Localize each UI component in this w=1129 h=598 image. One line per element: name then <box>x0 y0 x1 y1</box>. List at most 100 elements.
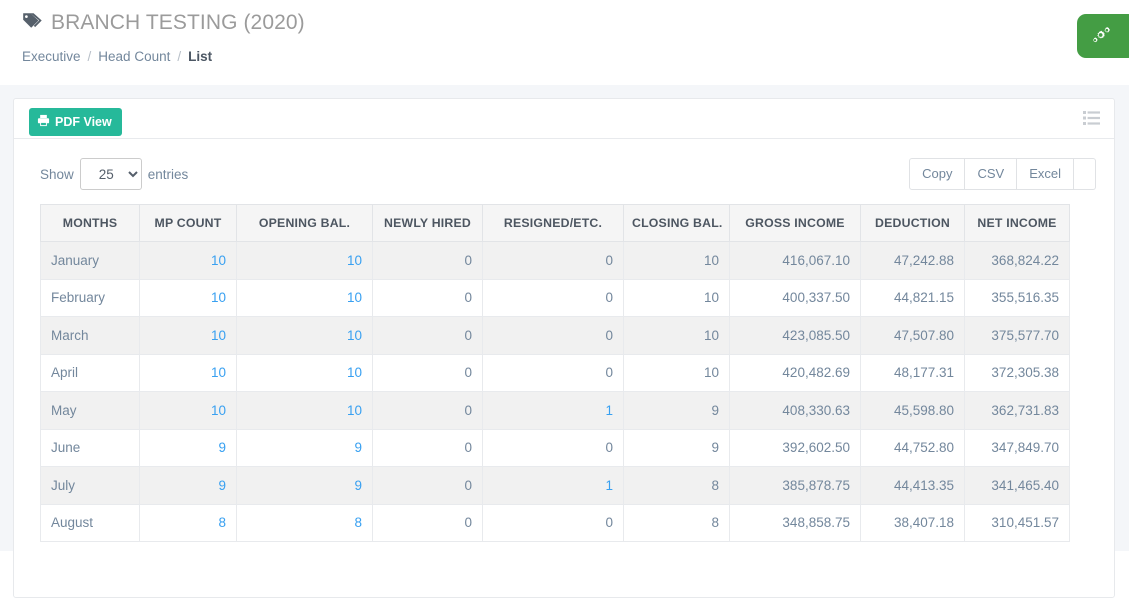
cogs-icon <box>1091 24 1113 49</box>
cell-opening-bal[interactable]: 10 <box>236 241 373 280</box>
col-resigned[interactable]: RESIGNED/ETC. <box>482 204 624 242</box>
cell-mp-count[interactable]: 10 <box>139 391 237 430</box>
table-row: May 10 10 0 1 9 408,330.63 45,598.80 362,731.83 <box>40 391 1070 430</box>
cell-gross-income: 416,067.10 <box>729 241 861 280</box>
col-closing-bal[interactable]: CLOSING BAL. <box>623 204 730 242</box>
cell-mp-count-link[interactable]: 10 <box>211 290 226 305</box>
cell-mp-count[interactable]: 9 <box>139 428 237 467</box>
col-opening-bal[interactable]: OPENING BAL. <box>236 204 373 242</box>
breadcrumb-separator: / <box>177 49 182 64</box>
cell-mp-count-link[interactable]: 8 <box>218 515 226 530</box>
table-row: January 10 10 0 0 10 416,067.10 47,242.88 368,82… <box>40 241 1070 280</box>
table-row: March 10 10 0 0 10 423,085.50 47,507.80 375,577.… <box>40 316 1070 355</box>
cell-opening-bal[interactable]: 10 <box>236 316 373 355</box>
col-net-income[interactable]: NET INCOME <box>964 204 1070 242</box>
cell-opening-bal[interactable]: 10 <box>236 353 373 392</box>
col-deduction[interactable]: DEDUCTION <box>860 204 965 242</box>
cell-opening-bal[interactable]: 8 <box>236 503 373 542</box>
cell-closing-bal: 9 <box>623 391 730 430</box>
cell-net-income: 372,305.38 <box>964 353 1070 392</box>
cell-net-income: 347,849.70 <box>964 428 1070 467</box>
cell-opening-bal-link[interactable]: 10 <box>347 403 362 418</box>
cell-resigned[interactable]: 1 <box>482 466 624 505</box>
cell-deduction: 45,598.80 <box>860 391 965 430</box>
csv-button[interactable]: CSV <box>965 158 1018 190</box>
breadcrumb-item-head-count[interactable]: Head Count <box>98 49 170 64</box>
col-months[interactable]: MONTHS <box>40 204 140 242</box>
cell-mp-count[interactable]: 10 <box>139 278 237 317</box>
cell-net-income: 310,451.57 <box>964 503 1070 542</box>
cell-deduction: 44,821.15 <box>860 278 965 317</box>
cell-resigned[interactable]: 1 <box>482 391 624 430</box>
cell-deduction: 47,242.88 <box>860 241 965 280</box>
excel-button[interactable]: Excel <box>1017 158 1074 190</box>
cell-month: March <box>40 316 140 355</box>
cell-closing-bal: 8 <box>623 503 730 542</box>
cell-month: June <box>40 428 140 467</box>
table-head: MONTHS MP COUNT OPENING BAL. NEWLY HIRED… <box>40 204 1070 242</box>
head-count-table: MONTHS MP COUNT OPENING BAL. NEWLY HIRED… <box>40 204 1070 542</box>
breadcrumb-separator: / <box>87 49 92 64</box>
cell-opening-bal-link[interactable]: 10 <box>347 328 362 343</box>
cell-opening-bal-link[interactable]: 9 <box>354 440 362 455</box>
cell-month: July <box>40 466 140 505</box>
cell-mp-count[interactable]: 9 <box>139 466 237 505</box>
cell-resigned-link[interactable]: 1 <box>605 403 613 418</box>
cell-net-income: 355,516.35 <box>964 278 1070 317</box>
copy-button[interactable]: Copy <box>909 158 966 190</box>
cell-closing-bal: 8 <box>623 466 730 505</box>
cell-opening-bal[interactable]: 10 <box>236 391 373 430</box>
cell-closing-bal: 10 <box>623 278 730 317</box>
cell-mp-count-link[interactable]: 10 <box>211 403 226 418</box>
cell-opening-bal[interactable]: 10 <box>236 278 373 317</box>
cell-mp-count[interactable]: 10 <box>139 316 237 355</box>
cell-mp-count-link[interactable]: 10 <box>211 253 226 268</box>
table-row: February 10 10 0 0 10 400,337.50 44,821.15 355,5… <box>40 278 1070 317</box>
cell-opening-bal-link[interactable]: 10 <box>347 365 362 380</box>
list-icon[interactable] <box>1083 111 1100 130</box>
table-row: July 9 9 0 1 8 385,878.75 44,413.35 341,465.40 <box>40 466 1070 505</box>
cell-month: January <box>40 241 140 280</box>
col-gross-income[interactable]: GROSS INCOME <box>729 204 861 242</box>
cell-deduction: 48,177.31 <box>860 353 965 392</box>
cell-opening-bal-link[interactable]: 10 <box>347 290 362 305</box>
cell-mp-count-link[interactable]: 10 <box>211 365 226 380</box>
col-mp-count[interactable]: MP COUNT <box>139 204 237 242</box>
card-header: PDF View <box>14 99 1114 139</box>
cell-mp-count[interactable]: 10 <box>139 241 237 280</box>
content-card: PDF View Show 25 entries Copy CSV Excel … <box>13 98 1115 598</box>
cell-resigned: 0 <box>482 278 624 317</box>
cell-opening-bal-link[interactable]: 10 <box>347 253 362 268</box>
cell-opening-bal[interactable]: 9 <box>236 466 373 505</box>
table-header-row: MONTHS MP COUNT OPENING BAL. NEWLY HIRED… <box>40 204 1070 242</box>
cell-resigned: 0 <box>482 503 624 542</box>
cell-newly-hired: 0 <box>372 316 483 355</box>
cell-resigned: 0 <box>482 241 624 280</box>
cell-deduction: 44,413.35 <box>860 466 965 505</box>
cell-closing-bal: 10 <box>623 241 730 280</box>
page-length-select[interactable]: 25 <box>79 158 142 190</box>
settings-float-button[interactable] <box>1077 14 1129 58</box>
pdf-view-button[interactable]: PDF View <box>29 108 122 136</box>
cell-mp-count[interactable]: 8 <box>139 503 237 542</box>
cell-deduction: 44,752.80 <box>860 428 965 467</box>
col-newly-hired[interactable]: NEWLY HIRED <box>372 204 483 242</box>
cell-resigned: 0 <box>482 428 624 467</box>
cell-resigned-link[interactable]: 1 <box>605 478 613 493</box>
page-header: BRANCH TESTING (2020) Executive / Head C… <box>0 0 1129 85</box>
cell-closing-bal: 9 <box>623 428 730 467</box>
extra-export-button[interactable] <box>1074 158 1096 190</box>
cell-opening-bal-link[interactable]: 9 <box>354 478 362 493</box>
cell-mp-count[interactable]: 10 <box>139 353 237 392</box>
cell-mp-count-link[interactable]: 9 <box>218 440 226 455</box>
cell-opening-bal-link[interactable]: 8 <box>354 515 362 530</box>
cell-gross-income: 348,858.75 <box>729 503 861 542</box>
breadcrumb-item-executive[interactable]: Executive <box>22 49 81 64</box>
cell-opening-bal[interactable]: 9 <box>236 428 373 467</box>
breadcrumb: Executive / Head Count / List <box>22 49 1129 64</box>
breadcrumb-item-list: List <box>188 49 213 64</box>
page-title-text: BRANCH TESTING (2020) <box>51 11 305 34</box>
cell-mp-count-link[interactable]: 9 <box>218 478 226 493</box>
cell-gross-income: 408,330.63 <box>729 391 861 430</box>
cell-mp-count-link[interactable]: 10 <box>211 328 226 343</box>
